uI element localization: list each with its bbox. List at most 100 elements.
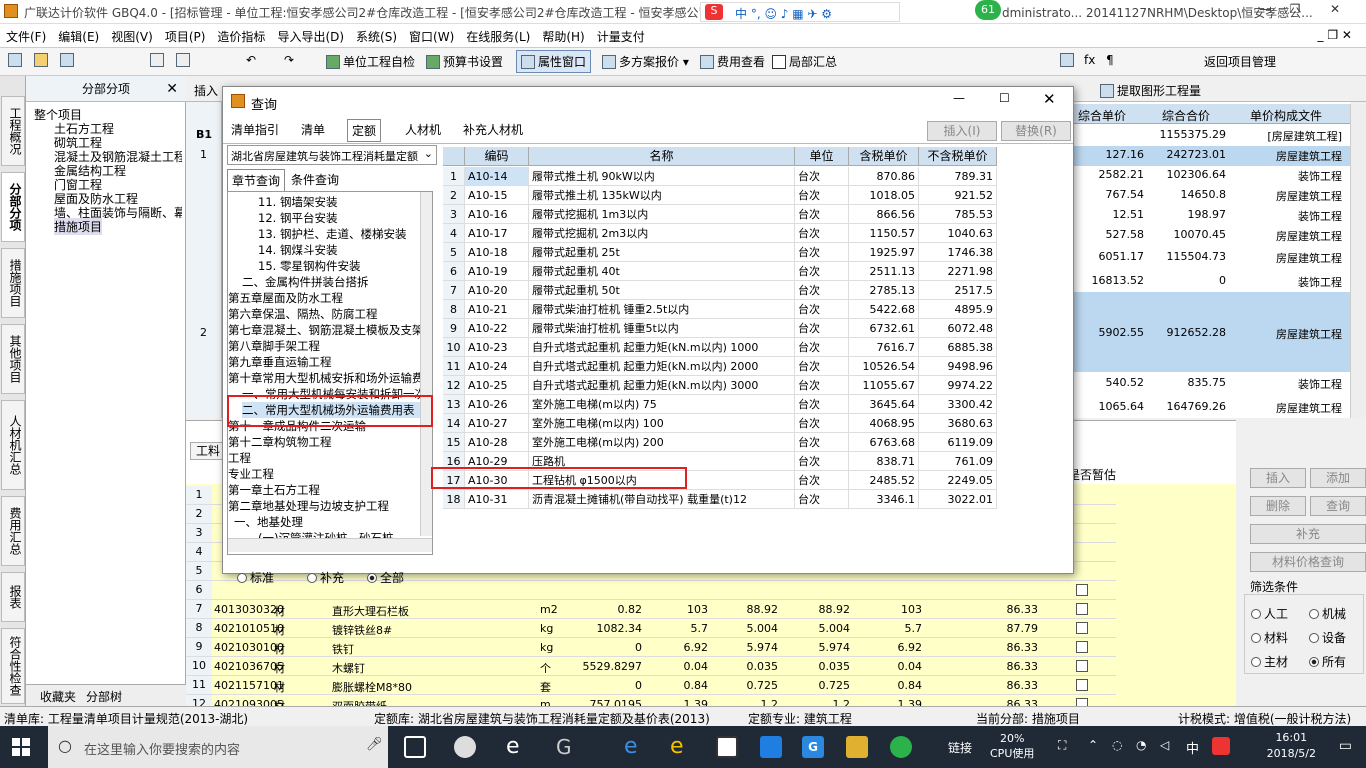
chapter-tree-item[interactable]: 第九章垂直运输工程	[228, 354, 332, 370]
menu-view[interactable]: 视图(V)	[105, 24, 159, 49]
windows-start-icon[interactable]	[12, 738, 30, 756]
grid-cell-unit[interactable]: 台次	[795, 395, 849, 414]
tree-hscrollbar[interactable]	[228, 538, 432, 552]
fan-app-icon[interactable]	[454, 736, 476, 758]
grid-col-header[interactable]: 不含税单价	[919, 147, 997, 166]
grid-cell-p2[interactable]: 6072.48	[919, 319, 997, 338]
grid-cell-p1[interactable]: 3645.64	[849, 395, 919, 414]
grid-cell-name[interactable]: 履带式起重机 40t	[529, 262, 795, 281]
grid-cell-p1[interactable]: 1150.57	[849, 224, 919, 243]
close-icon[interactable]: ✕	[166, 76, 178, 102]
grid-cell-p1[interactable]: 2511.13	[849, 262, 919, 281]
save-icon[interactable]	[60, 53, 77, 67]
redo-icon[interactable]: ↷	[284, 53, 294, 67]
tab-labor-material[interactable]: 工料	[190, 442, 226, 460]
insert-button[interactable]: 插入	[1250, 468, 1306, 488]
budget-settings-button[interactable]: 预算书设置	[426, 53, 503, 70]
multi-scheme-button[interactable]: 多方案报价 ▾	[602, 53, 689, 70]
grid-cell-p2[interactable]: 761.09	[919, 452, 997, 471]
property-window-button[interactable]: 属性窗口	[516, 50, 592, 73]
grid-cell-code[interactable]: A10-20	[465, 281, 529, 300]
grid-col-header[interactable]: 名称	[529, 147, 795, 166]
chapter-tree-item[interactable]: 第八章脚手架工程	[228, 338, 320, 354]
chapter-tree-item[interactable]: 第二章地基处理与边坡支护工程	[228, 498, 389, 514]
grid-cell-unit[interactable]: 台次	[795, 224, 849, 243]
chapter-tree-item[interactable]: 第一章土石方工程	[228, 482, 320, 498]
minimize-button[interactable]: —	[1250, 2, 1280, 20]
partial-summary-checkbox[interactable]: 局部汇总	[772, 53, 837, 70]
temp-estimate-checkbox[interactable]	[1076, 641, 1088, 653]
grid-cell-unit[interactable]: 台次	[795, 433, 849, 452]
grid-cell-p2[interactable]: 785.53	[919, 205, 997, 224]
grid-cell-unit[interactable]: 台次	[795, 319, 849, 338]
grid-cell-p2[interactable]: 9974.22	[919, 376, 997, 395]
menu-cost-index[interactable]: 造价指标	[211, 24, 271, 49]
ie-icon[interactable]: e	[624, 736, 646, 758]
tab-labor-material-machine[interactable]: 人材机	[401, 119, 445, 140]
grid-cell-code[interactable]: A10-18	[465, 243, 529, 262]
grid-cell-code[interactable]: A10-24	[465, 357, 529, 376]
return-project-button[interactable]: 返回项目管理	[1204, 53, 1276, 70]
grid-cell-code[interactable]: A10-14	[465, 167, 529, 186]
grid-cell-code[interactable]: A10-25	[465, 376, 529, 395]
dialog-minimize-button[interactable]: —	[953, 91, 965, 105]
temp-estimate-checkbox[interactable]	[1076, 584, 1088, 596]
notification-icon[interactable]: ▭	[1339, 738, 1352, 754]
tab-condition-query[interactable]: 条件查询	[287, 169, 343, 190]
tree-item-selected[interactable]: 措施项目	[54, 218, 103, 235]
filter-material[interactable]: 材料	[1251, 629, 1288, 646]
grid-cell-code[interactable]: A10-26	[465, 395, 529, 414]
task-view-icon[interactable]	[404, 736, 426, 758]
grid-cell-code[interactable]: A10-21	[465, 300, 529, 319]
grid-cell-p2[interactable]: 2271.98	[919, 262, 997, 281]
grid-cell-name[interactable]: 室外施工电梯(m以内) 100	[529, 414, 795, 433]
grid-cell-unit[interactable]: 台次	[795, 357, 849, 376]
material-row[interactable]: 10 4021036705 材木螺钉个 5529.8297 0.04 0.035 0.035…	[186, 657, 1116, 676]
grid-cell-unit[interactable]: 台次	[795, 300, 849, 319]
filter-equipment[interactable]: 设备	[1309, 629, 1346, 646]
grid-cell-code[interactable]: A10-22	[465, 319, 529, 338]
temp-estimate-checkbox[interactable]	[1076, 622, 1088, 634]
self-check-button[interactable]: 单位工程自检	[326, 53, 415, 70]
chapter-tree-item[interactable]: 11. 钢墙架安装	[258, 194, 337, 210]
radio-standard[interactable]: 标准	[237, 569, 274, 586]
formula-icon[interactable]: fx	[1084, 53, 1095, 67]
grid-cell-name[interactable]: 履带式柴油打桩机 锤重5t以内	[529, 319, 795, 338]
grid-cell-unit[interactable]: 台次	[795, 186, 849, 205]
tab-reports[interactable]: 报表	[1, 572, 25, 622]
calculator-icon[interactable]	[1060, 53, 1077, 67]
tab-chapter-query[interactable]: 章节查询	[227, 169, 286, 192]
tab-other-items[interactable]: 其他项目	[1, 324, 25, 394]
grid-col-header[interactable]: 编码	[465, 147, 529, 166]
grid-cell-p2[interactable]: 3300.42	[919, 395, 997, 414]
people-icon[interactable]: ⛶	[1058, 738, 1066, 753]
clock[interactable]: 16:01 2018/5/2	[1267, 730, 1316, 762]
grid-cell-p2[interactable]: 3680.63	[919, 414, 997, 433]
menu-project[interactable]: 项目(P)	[159, 24, 212, 49]
grid-cell-p1[interactable]: 866.56	[849, 205, 919, 224]
grid-cell-p1[interactable]: 4068.95	[849, 414, 919, 433]
grid-cell-code[interactable]: A10-16	[465, 205, 529, 224]
grid-cell-p2[interactable]: 6885.38	[919, 338, 997, 357]
tab-measures[interactable]: 措施项目	[1, 248, 25, 318]
grid-cell-unit[interactable]: 台次	[795, 338, 849, 357]
grid-cell-p1[interactable]: 11055.67	[849, 376, 919, 395]
menu-window[interactable]: 窗口(W)	[403, 24, 460, 49]
grid-cell-p2[interactable]: 6119.09	[919, 433, 997, 452]
grid-cell-name[interactable]: 履带式起重机 50t	[529, 281, 795, 300]
grid-cell-p2[interactable]: 1040.63	[919, 224, 997, 243]
tab-compliance-check[interactable]: 符合性检查	[1, 628, 25, 704]
grid-cell-name[interactable]: 自升式塔式起重机 起重力矩(kN.m以内) 2000	[529, 357, 795, 376]
grid-cell-unit[interactable]: 台次	[795, 452, 849, 471]
sogou-tray-icon[interactable]	[1212, 737, 1230, 755]
grid-cell-p1[interactable]: 6732.61	[849, 319, 919, 338]
grid-cell-p2[interactable]: 3022.01	[919, 490, 997, 509]
grid-cell-code[interactable]: A10-19	[465, 262, 529, 281]
cut-icon[interactable]	[150, 53, 167, 67]
microphone-icon[interactable]: 🎤︎	[366, 737, 383, 752]
taskbar-search-box[interactable]: ○ 在这里输入你要搜索的内容 🎤︎	[48, 726, 388, 768]
dialog-insert-button[interactable]: 插入(I)	[927, 121, 997, 141]
grid-cell-name[interactable]: 履带式推土机 135kW以内	[529, 186, 795, 205]
radio-supplement[interactable]: 补充	[307, 569, 344, 586]
grid-cell-name[interactable]: 履带式起重机 25t	[529, 243, 795, 262]
